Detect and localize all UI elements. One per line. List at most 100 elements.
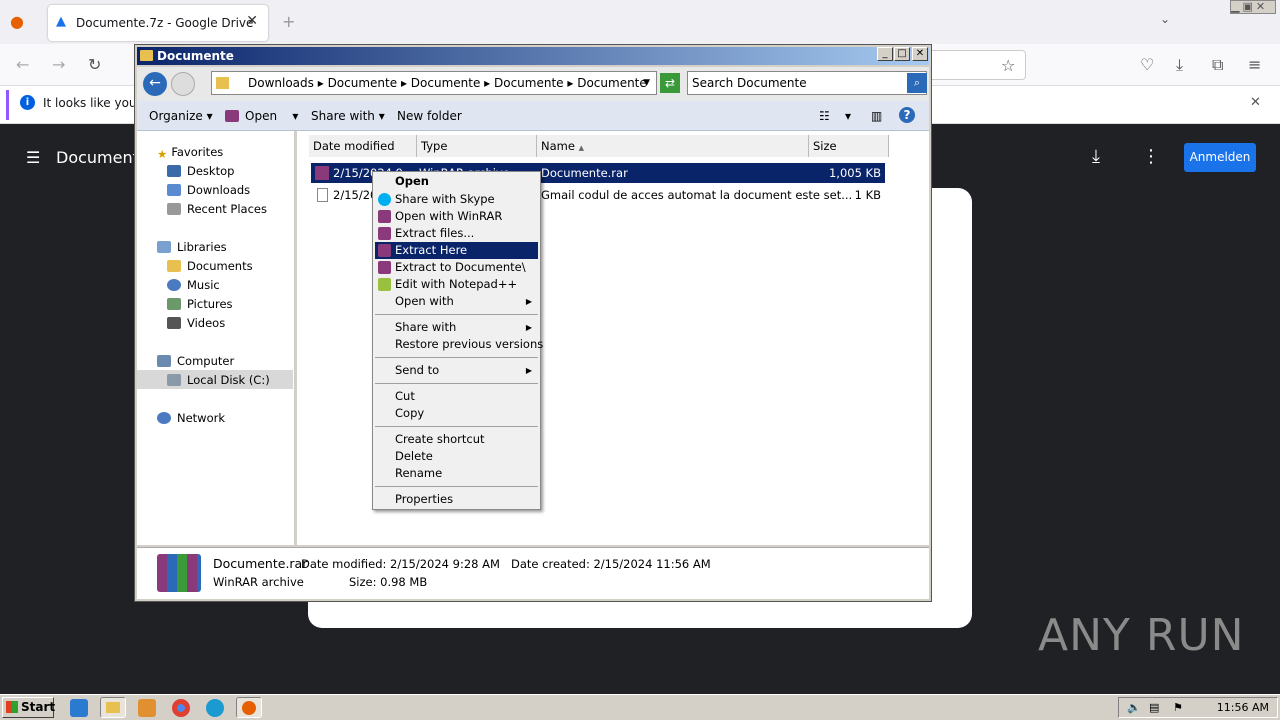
close-button[interactable]: ✕ — [912, 47, 928, 61]
folder-icon — [106, 702, 120, 713]
breadcrumb-item[interactable]: Documente — [328, 76, 398, 90]
minimize-button[interactable]: _ — [877, 47, 893, 61]
maximize-button[interactable]: □ — [894, 47, 910, 61]
detail-size: Size: 0.98 MB — [349, 575, 428, 589]
close-tab-icon[interactable]: ✕ — [246, 13, 258, 29]
browser-tab[interactable]: ▲ Documente.7z - Google Drive ✕ — [48, 5, 268, 41]
share-with-button[interactable]: Share with ▾ — [311, 109, 385, 123]
pocket-icon[interactable]: ♡ — [1140, 55, 1154, 74]
music-icon — [167, 279, 181, 291]
breadcrumb-item[interactable]: Documente — [577, 76, 647, 90]
clock[interactable]: 11:56 AM — [1217, 698, 1269, 717]
sort-up-icon: ▲ — [578, 144, 584, 152]
chrome-icon[interactable] — [172, 699, 190, 717]
bookmark-star-icon[interactable]: ☆ — [1001, 56, 1015, 75]
menu-icon[interactable]: ≡ — [1248, 55, 1261, 74]
downloads-icon[interactable]: ⤓ — [1176, 55, 1183, 75]
breadcrumb-item[interactable]: Documente — [494, 76, 564, 90]
drive-more-icon[interactable]: ⋮ — [1142, 146, 1160, 167]
menu-create-shortcut[interactable]: Create shortcut — [375, 431, 538, 448]
drive-file-icon: ☰ — [26, 148, 41, 167]
menu-cut[interactable]: Cut — [375, 388, 538, 405]
reload-icon[interactable]: ↻ — [88, 55, 101, 74]
menu-open-with[interactable]: Open with ▶ — [375, 293, 538, 310]
signin-button[interactable]: Anmelden — [1184, 143, 1256, 172]
nav-local-disk[interactable]: Local Disk (C:) — [167, 373, 270, 387]
chevron-down-icon[interactable]: ▼ — [643, 72, 650, 94]
breadcrumb-item[interactable]: Downloads — [248, 76, 314, 90]
start-button[interactable]: Start — [2, 697, 55, 718]
windows-logo-icon — [6, 701, 18, 713]
forward-icon[interactable] — [171, 72, 195, 96]
address-bar[interactable]: Downloads ▸ Documente ▸ Documente ▸ Docu… — [211, 71, 657, 95]
organize-button[interactable]: Organize ▾ — [149, 109, 213, 123]
ie-icon[interactable] — [70, 699, 88, 717]
back-icon[interactable]: ← — [143, 72, 167, 96]
nav-pictures[interactable]: Pictures — [167, 297, 233, 311]
menu-extract-files[interactable]: Extract files... — [375, 225, 538, 242]
detail-filename: Documente.rar — [213, 556, 308, 571]
menu-properties[interactable]: Properties — [375, 491, 538, 508]
nav-music[interactable]: Music — [167, 278, 220, 292]
view-options-icon[interactable]: ☷ ▾ — [819, 109, 851, 123]
explorer-taskbar-button[interactable] — [100, 697, 126, 718]
search-input[interactable]: Search Documente — [687, 71, 927, 95]
menu-extract-here[interactable]: Extract Here — [375, 242, 538, 259]
nav-downloads[interactable]: Downloads — [167, 183, 250, 197]
menu-share-with[interactable]: Share with ▶ — [375, 319, 538, 336]
firefox-icon[interactable]: ● — [10, 12, 24, 31]
nav-network[interactable]: Network — [157, 411, 225, 425]
window-controls[interactable]: ▁▣✕ — [1230, 0, 1276, 14]
search-icon[interactable]: ⌕ — [907, 73, 927, 93]
media-player-icon[interactable] — [138, 699, 156, 717]
nav-computer[interactable]: Computer — [157, 354, 234, 368]
extensions-icon[interactable]: ⧉ — [1212, 55, 1223, 75]
flag-icon[interactable]: ⚑ — [1173, 698, 1183, 717]
help-icon[interactable]: ? — [899, 107, 915, 123]
firefox-taskbar-button[interactable] — [236, 697, 262, 718]
forward-icon[interactable]: → — [52, 55, 65, 74]
nav-favorites[interactable]: ★ Favorites — [157, 145, 223, 161]
volume-icon[interactable]: 🔈 — [1127, 698, 1141, 717]
preview-pane-icon[interactable]: ▥ — [871, 109, 882, 123]
window-title: Documente — [137, 47, 929, 65]
drive-download-icon[interactable]: ⤓ — [1092, 146, 1100, 167]
column-type[interactable]: Type — [417, 135, 537, 157]
menu-copy[interactable]: Copy — [375, 405, 538, 422]
url-bar[interactable]: ☆ — [920, 50, 1026, 80]
column-name[interactable]: Name ▲ — [537, 135, 809, 157]
refresh-icon[interactable]: ⇄ — [660, 73, 680, 93]
nav-label: Favorites — [171, 145, 224, 159]
nav-videos[interactable]: Videos — [167, 316, 225, 330]
close-infobar-icon[interactable]: ✕ — [1250, 95, 1261, 110]
pictures-icon — [167, 298, 181, 310]
nav-recent[interactable]: Recent Places — [167, 202, 267, 216]
menu-extract-to[interactable]: Extract to Documente\ — [375, 259, 538, 276]
tab-list-icon[interactable]: ⌄ — [1160, 12, 1170, 26]
menu-open[interactable]: Open — [375, 173, 538, 190]
new-folder-button[interactable]: New folder — [397, 109, 462, 123]
back-icon[interactable]: ← — [16, 55, 29, 74]
nav-label: Local Disk (C:) — [187, 373, 270, 387]
menu-restore[interactable]: Restore previous versions — [375, 336, 543, 353]
network-tray-icon[interactable]: ▤ — [1149, 698, 1159, 717]
column-size[interactable]: Size — [809, 135, 889, 157]
nav-libraries[interactable]: Libraries — [157, 240, 227, 254]
menu-label: Extract to Documente\ — [395, 260, 526, 274]
menu-edit-notepad[interactable]: Edit with Notepad++ — [375, 276, 538, 293]
breadcrumb-item[interactable]: Documente — [411, 76, 481, 90]
menu-label: Extract Here — [395, 243, 468, 257]
edge-icon[interactable] — [206, 699, 224, 717]
menu-share-skype[interactable]: Share with Skype — [375, 191, 538, 208]
nav-documents[interactable]: Documents — [167, 259, 253, 273]
menu-open-winrar[interactable]: Open with WinRAR — [375, 208, 538, 225]
menu-label: Extract files... — [395, 226, 475, 240]
open-button[interactable]: Open ▾ — [225, 109, 298, 123]
menu-delete[interactable]: Delete — [375, 448, 538, 465]
nav-label: Network — [177, 411, 226, 425]
nav-desktop[interactable]: Desktop — [167, 164, 234, 178]
column-date[interactable]: Date modified — [309, 135, 417, 157]
menu-send-to[interactable]: Send to ▶ — [375, 362, 538, 379]
menu-rename[interactable]: Rename — [375, 465, 538, 482]
new-tab-icon[interactable]: + — [282, 12, 295, 31]
